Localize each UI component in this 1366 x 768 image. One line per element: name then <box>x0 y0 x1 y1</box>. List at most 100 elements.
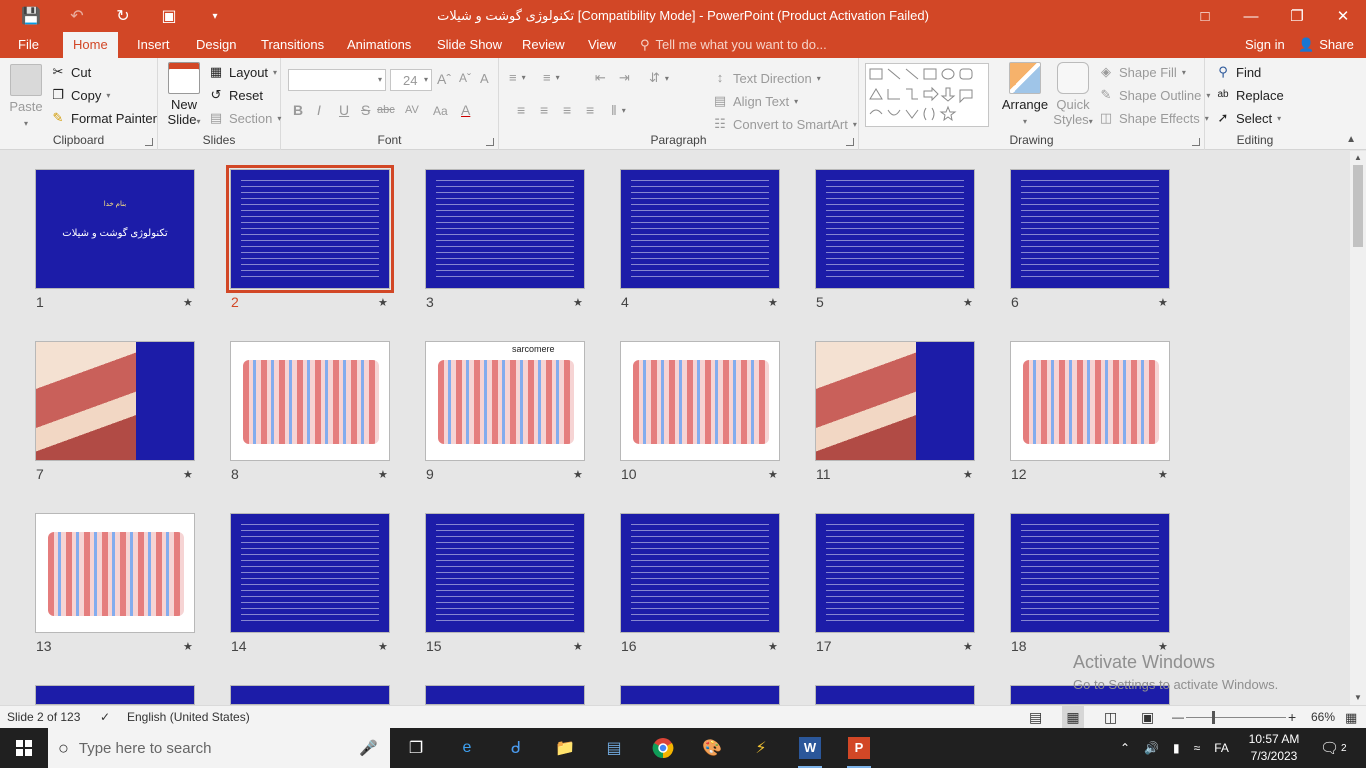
scroll-down-icon[interactable]: ▼ <box>1350 691 1366 705</box>
transition-star-icon[interactable]: ★ <box>183 296 193 309</box>
slide-preview[interactable] <box>230 341 390 461</box>
slide-thumbnail[interactable] <box>35 513 195 633</box>
quick-styles-button[interactable]: Quick Styles▾ <box>1049 62 1097 129</box>
replace-button[interactable]: ab Replace <box>1215 87 1283 103</box>
scrollbar-thumb[interactable] <box>1353 165 1363 247</box>
task-view-icon[interactable]: ❐ <box>402 734 430 762</box>
start-button[interactable] <box>0 728 48 768</box>
zoom-level[interactable]: 66% <box>1311 706 1335 729</box>
slide-sorter[interactable]: بنام خدا تکنولوژی گوشت و شیلات 1 ★ 2 ★ 3 ★ 4 ★ 5 ★ 6… <box>0 151 1350 705</box>
slide-preview[interactable] <box>425 169 585 289</box>
paragraph-launcher-icon[interactable] <box>846 138 854 146</box>
transition-star-icon[interactable]: ★ <box>378 296 388 309</box>
numbering-icon[interactable]: ≡ ▾ <box>543 70 560 85</box>
tab-file[interactable]: File <box>8 32 49 58</box>
customize-qat-icon[interactable]: ▾ <box>192 0 238 32</box>
close-button[interactable]: ✕ <box>1320 0 1366 32</box>
zoom-slider[interactable] <box>1186 711 1286 724</box>
cut-button[interactable]: ✂ Cut <box>50 64 92 80</box>
paint-app-icon[interactable]: 🎨 <box>698 734 726 762</box>
slide-preview[interactable] <box>1010 513 1170 633</box>
reset-button[interactable]: ↺ Reset <box>208 87 263 103</box>
zoom-slider-thumb[interactable] <box>1212 711 1215 724</box>
transition-star-icon[interactable]: ★ <box>183 468 193 481</box>
justify-icon[interactable]: ≡ <box>586 102 594 118</box>
fit-to-window-icon[interactable]: ▦ <box>1345 706 1357 729</box>
slide-thumbnail[interactable] <box>1010 169 1170 289</box>
font-size-input[interactable]: 24 ▾ <box>390 69 432 91</box>
microphone-icon[interactable]: 🎤 <box>359 739 378 757</box>
slide-thumbnail[interactable] <box>230 513 390 633</box>
text-direction-button[interactable]: ↕ Text Direction ▾ <box>712 70 821 86</box>
transition-star-icon[interactable]: ★ <box>1158 468 1168 481</box>
transition-star-icon[interactable]: ★ <box>768 468 778 481</box>
transition-star-icon[interactable]: ★ <box>573 296 583 309</box>
slide-thumbnail[interactable]: sarcomere <box>425 341 585 461</box>
select-button[interactable]: ➚ Select ▾ <box>1215 110 1282 126</box>
tab-transitions[interactable]: Transitions <box>251 32 334 58</box>
slide-preview[interactable] <box>230 513 390 633</box>
paste-button[interactable]: Paste ▾ <box>6 64 46 131</box>
transition-star-icon[interactable]: ★ <box>573 468 583 481</box>
powerpoint-app-icon[interactable]: P <box>845 734 873 768</box>
restore-button[interactable]: ❐ <box>1274 0 1320 32</box>
slide-preview-partial[interactable] <box>425 685 585 705</box>
line-spacing-icon[interactable]: ⇵ ▾ <box>649 70 669 86</box>
slide-preview-partial[interactable] <box>35 685 195 705</box>
system-clock[interactable]: 10:57 AM 7/3/2023 <box>1242 731 1306 765</box>
volume-icon[interactable]: 🔊 <box>1144 741 1159 755</box>
slide-thumbnail[interactable] <box>1010 341 1170 461</box>
slide-preview[interactable] <box>620 169 780 289</box>
slide-preview-partial[interactable] <box>230 685 390 705</box>
reading-view-icon[interactable]: ◫ <box>1104 706 1117 729</box>
taskbar-search-box[interactable]: ○ Type here to search 🎤 <box>48 728 390 768</box>
clipboard-launcher-icon[interactable] <box>145 138 153 146</box>
slide-preview-partial[interactable] <box>620 685 780 705</box>
copy-button[interactable]: ❐ Copy ▾ <box>50 87 110 103</box>
transition-star-icon[interactable]: ★ <box>963 296 973 309</box>
transition-star-icon[interactable]: ★ <box>573 640 583 653</box>
slide-thumbnail[interactable] <box>620 341 780 461</box>
slide-thumbnail[interactable] <box>815 513 975 633</box>
smartart-button[interactable]: ☷ Convert to SmartArt ▾ <box>712 116 857 132</box>
spell-check-icon[interactable]: ✓ <box>100 706 110 729</box>
transition-star-icon[interactable]: ★ <box>768 640 778 653</box>
slide-preview[interactable] <box>815 169 975 289</box>
increase-indent-icon[interactable]: ⇥ <box>619 70 630 86</box>
drawing-launcher-icon[interactable] <box>1192 138 1200 146</box>
slide-thumbnail[interactable] <box>620 169 780 289</box>
new-slide-button[interactable]: New Slide▾ <box>164 62 204 129</box>
slide-thumbnail[interactable] <box>425 169 585 289</box>
save-icon[interactable]: 💾 <box>8 0 54 32</box>
edge-browser-icon[interactable]: e <box>453 734 481 762</box>
align-text-button[interactable]: ▤ Align Text ▾ <box>712 93 798 109</box>
network-app-icon[interactable]: ▤ <box>600 734 628 762</box>
sign-in-link[interactable]: Sign in <box>1245 32 1285 58</box>
slide-show-view-icon[interactable]: ▣ <box>1141 706 1154 729</box>
align-left-icon[interactable]: ≡ <box>517 102 525 118</box>
start-from-beginning-icon[interactable]: ▣ <box>146 0 192 32</box>
arrange-button[interactable]: Arrange ▾ <box>999 62 1051 129</box>
minimize-button[interactable]: — <box>1228 0 1274 32</box>
italic-button[interactable]: I <box>317 102 321 118</box>
slide-preview[interactable] <box>425 513 585 633</box>
shapes-gallery[interactable] <box>865 63 989 127</box>
slide-preview[interactable] <box>815 513 975 633</box>
align-center-icon[interactable]: ≡ <box>540 102 548 118</box>
share-button[interactable]: 👤 Share <box>1298 32 1354 58</box>
scroll-up-icon[interactable]: ▲ <box>1350 151 1366 165</box>
slide-preview[interactable] <box>815 341 975 461</box>
show-hidden-icons-icon[interactable]: ⌃ <box>1120 741 1130 755</box>
section-button[interactable]: ▤ Section ▾ <box>208 110 282 126</box>
character-spacing-button[interactable]: AV <box>405 104 419 116</box>
chrome-icon[interactable] <box>649 734 677 762</box>
tab-animations[interactable]: Animations <box>337 32 421 58</box>
utility-app-icon[interactable]: ⚡ <box>747 734 775 762</box>
input-language[interactable]: FA <box>1214 741 1229 755</box>
font-color-button[interactable]: A <box>461 102 470 118</box>
bluetooth-icon[interactable]: ᑯ <box>502 734 530 762</box>
slide-thumbnail[interactable] <box>425 513 585 633</box>
shape-fill-button[interactable]: ◈ Shape Fill ▾ <box>1098 64 1186 80</box>
transition-star-icon[interactable]: ★ <box>768 296 778 309</box>
tab-design[interactable]: Design <box>186 32 246 58</box>
